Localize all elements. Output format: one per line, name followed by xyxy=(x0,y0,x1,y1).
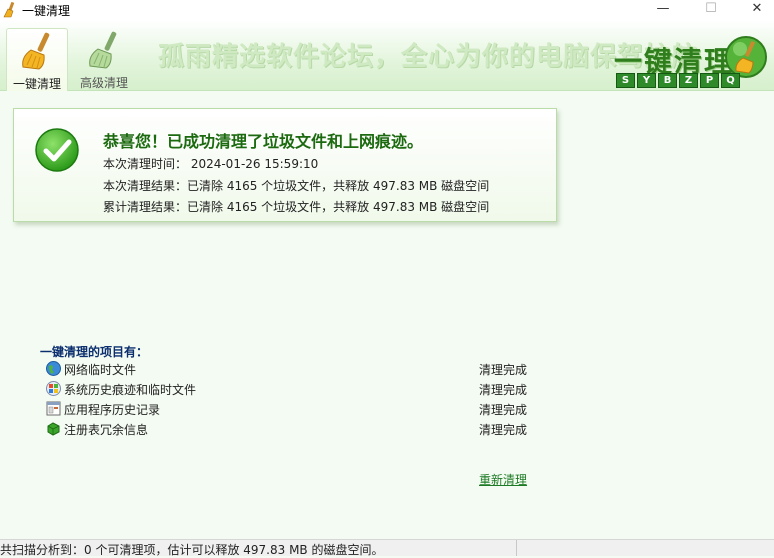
status-text: 共扫描分析到：0 个可清理项，估计可以释放 497.83 MB 的磁盘空间。 xyxy=(0,543,384,557)
broom-app-icon xyxy=(3,2,15,18)
list-item: 应用程序历史记录 清理完成 xyxy=(46,400,536,418)
maximize-button[interactable]: ☐ xyxy=(688,0,734,20)
this-clean-result-line: 本次清理结果：已清除 4165 个垃圾文件，共释放 497.83 MB 磁盘空间 xyxy=(103,179,490,193)
status-bar: 共扫描分析到：0 个可清理项，估计可以释放 497.83 MB 的磁盘空间。 xyxy=(0,539,774,557)
list-item: 网络临时文件 清理完成 xyxy=(46,360,536,378)
brand-letter: Q xyxy=(721,73,740,88)
title-bar: 一键清理 — ☐ ✕ xyxy=(0,0,774,20)
broom-icon xyxy=(22,32,50,70)
header-banner: 一键清理 高级清理 孤雨精选软件论坛，全心为你的电脑保驾护航 一键清理 SYBZ… xyxy=(0,20,774,91)
re-clean-link[interactable]: 重新清理 xyxy=(479,471,527,488)
brand-letter: Z xyxy=(679,73,698,88)
item-status: 清理完成 xyxy=(479,403,528,417)
brand-letter: B xyxy=(658,73,677,88)
registry-cube-icon xyxy=(47,422,60,436)
windows-icon xyxy=(46,381,61,396)
result-title: 恭喜您！已成功清理了垃圾文件和上网痕迹。 xyxy=(103,132,424,151)
item-name: 应用程序历史记录 xyxy=(64,403,161,417)
globe-icon xyxy=(46,361,61,376)
status-divider xyxy=(516,540,517,556)
brand-letter: S xyxy=(616,73,635,88)
tab-one-click-clean-label: 一键清理 xyxy=(12,77,61,91)
brand-letter: Y xyxy=(637,73,656,88)
clean-time-line: 本次清理时间： 2024-01-26 15:59:10 xyxy=(103,157,319,171)
item-name: 系统历史痕迹和临时文件 xyxy=(64,383,197,397)
window-title: 一键清理 xyxy=(22,4,71,18)
brand-letters: SYBZPQ xyxy=(616,72,742,88)
list-item: 系统历史痕迹和临时文件 清理完成 xyxy=(46,380,536,398)
item-name: 网络临时文件 xyxy=(64,363,137,377)
items-heading: 一键清理的项目有： xyxy=(40,345,149,359)
minimize-button[interactable]: — xyxy=(640,0,686,20)
broom-green-icon xyxy=(89,31,117,69)
item-status: 清理完成 xyxy=(479,383,528,397)
result-panel: 恭喜您！已成功清理了垃圾文件和上网痕迹。 本次清理时间： 2024-01-26 … xyxy=(13,108,557,222)
item-status: 清理完成 xyxy=(479,363,528,377)
success-check-icon xyxy=(35,128,79,172)
item-status: 清理完成 xyxy=(479,423,528,437)
brand-letter: P xyxy=(700,73,719,88)
tab-advanced-clean[interactable]: 高级清理 xyxy=(74,28,134,90)
tab-advanced-clean-label: 高级清理 xyxy=(79,76,128,90)
total-clean-result-line: 累计清理结果：已清除 4165 个垃圾文件，共释放 497.83 MB 磁盘空间 xyxy=(103,200,490,214)
app-window-icon xyxy=(46,401,61,416)
tab-one-click-clean[interactable]: 一键清理 xyxy=(6,28,68,91)
list-item: 注册表冗余信息 清理完成 xyxy=(46,420,536,438)
item-name: 注册表冗余信息 xyxy=(64,423,149,437)
close-button[interactable]: ✕ xyxy=(734,0,774,20)
